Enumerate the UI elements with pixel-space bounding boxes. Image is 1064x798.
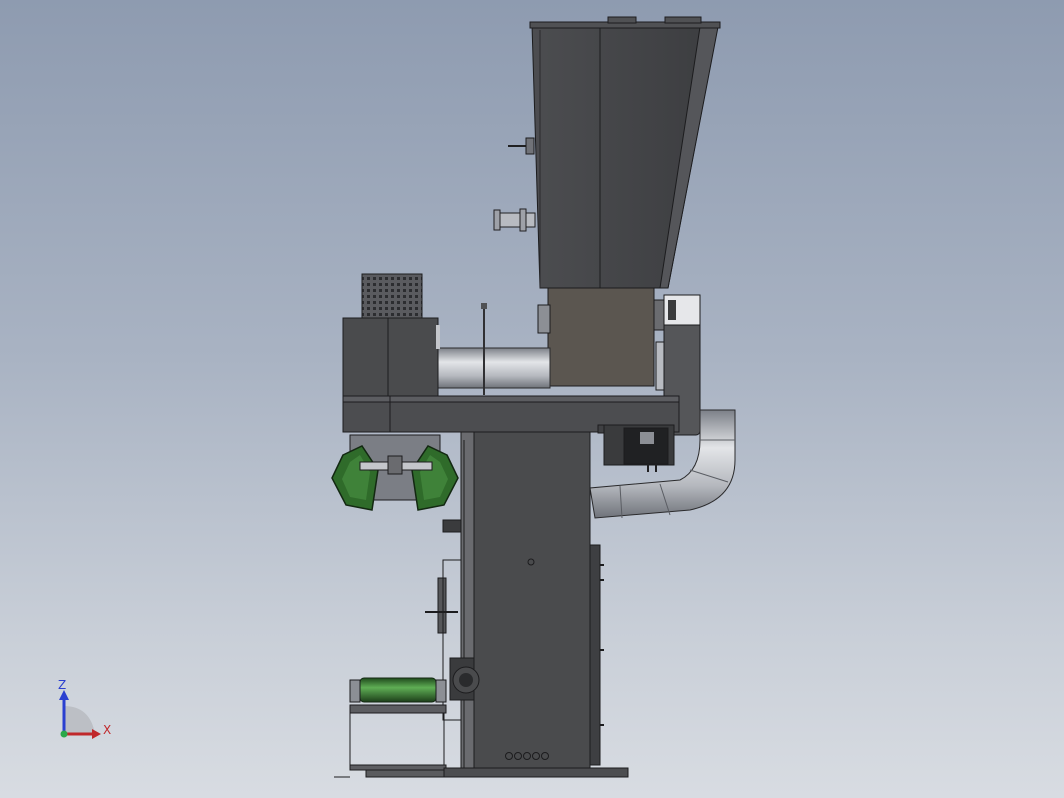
bag-clamp[interactable] <box>331 434 459 511</box>
triad-z-label: Z <box>58 678 67 692</box>
triad-x-label: X <box>103 723 112 737</box>
feeder-box[interactable] <box>537 287 665 391</box>
orientation-triad: Z X <box>50 676 120 746</box>
main-column[interactable] <box>473 431 591 769</box>
bagging-machine-model[interactable] <box>0 0 1064 798</box>
hopper-cylinder[interactable] <box>493 208 536 232</box>
feeder-motor[interactable] <box>342 273 440 397</box>
dust-blower[interactable] <box>603 424 675 472</box>
hopper-valve[interactable] <box>508 137 535 155</box>
cad-graphics-viewport[interactable]: Z X <box>0 0 1064 798</box>
belt-conveyor[interactable] <box>349 677 447 771</box>
rear-panel[interactable] <box>589 544 604 766</box>
upper-hopper[interactable] <box>529 16 721 289</box>
screw-feeder-tube[interactable] <box>435 303 551 395</box>
left-frame[interactable] <box>460 431 475 769</box>
